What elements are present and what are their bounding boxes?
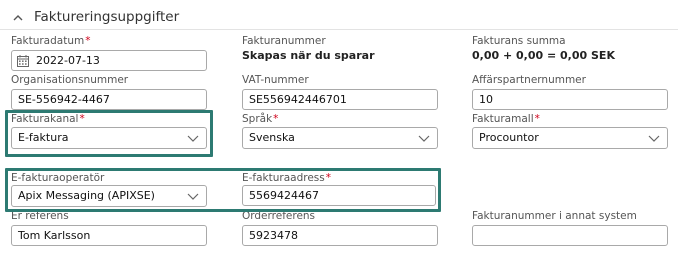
chevron-down-icon (187, 135, 199, 142)
einvoice-operator-value: Apix Messaging (APIXSE) (18, 189, 155, 202)
chevron-down-icon (648, 135, 660, 142)
chevron-up-icon[interactable] (10, 9, 26, 25)
header-divider (0, 29, 678, 30)
calendar-icon[interactable] (17, 54, 29, 67)
your-reference-label: Er referens (11, 210, 69, 222)
chevron-down-icon (418, 135, 430, 142)
invoice-channel-select[interactable]: E-faktura (11, 127, 207, 149)
vat-number-label: VAT-nummer (242, 74, 309, 86)
partner-number-label: Affärspartnernummer (472, 74, 586, 86)
invoice-channel-value: E-faktura (18, 131, 69, 144)
other-system-number-label: Fakturanummer i annat system (472, 210, 637, 222)
vat-number-input[interactable]: SE556942446701 (242, 89, 438, 110)
invoice-sum-label: Fakturans summa (472, 35, 566, 47)
org-number-input[interactable]: SE-556942-4467 (11, 89, 207, 110)
einvoice-operator-select[interactable]: Apix Messaging (APIXSE) (11, 185, 207, 207)
org-number-label: Organisationsnummer (11, 74, 129, 86)
order-reference-label: Orderreferens (242, 210, 316, 222)
language-select[interactable]: Svenska (242, 127, 438, 149)
invoice-channel-label: Fakturakanal* (11, 113, 85, 125)
language-value: Svenska (249, 131, 295, 144)
partner-number-input[interactable]: 10 (472, 89, 668, 110)
chevron-down-icon (187, 193, 199, 200)
invoice-number-value: Skapas när du sparar (242, 49, 375, 62)
einvoice-address-input[interactable]: 5569424467 (242, 185, 436, 206)
invoice-date-label: Fakturadatum* (11, 35, 91, 47)
other-system-number-input[interactable] (472, 225, 668, 246)
section-title: Faktureringsuppgifter (34, 9, 180, 25)
einvoice-operator-label: E-fakturaoperatör (11, 172, 105, 184)
invoice-template-select[interactable]: Procountor (472, 127, 668, 149)
invoice-sum-value: 0,00 + 0,00 = 0,00 SEK (472, 49, 615, 62)
order-reference-input[interactable]: 5923478 (242, 225, 438, 246)
invoice-number-label: Fakturanummer (242, 35, 326, 47)
language-label: Språk* (242, 113, 279, 125)
invoice-date-input[interactable]: 2022-07-13 (11, 50, 207, 71)
einvoice-address-label: E-fakturaadress* (242, 172, 331, 184)
section-header[interactable]: Faktureringsuppgifter (10, 6, 179, 28)
invoice-template-label: Fakturamall* (472, 113, 540, 125)
invoice-template-value: Procountor (479, 131, 539, 144)
your-reference-input[interactable]: Tom Karlsson (11, 225, 207, 246)
invoice-date-value: 2022-07-13 (36, 54, 100, 67)
